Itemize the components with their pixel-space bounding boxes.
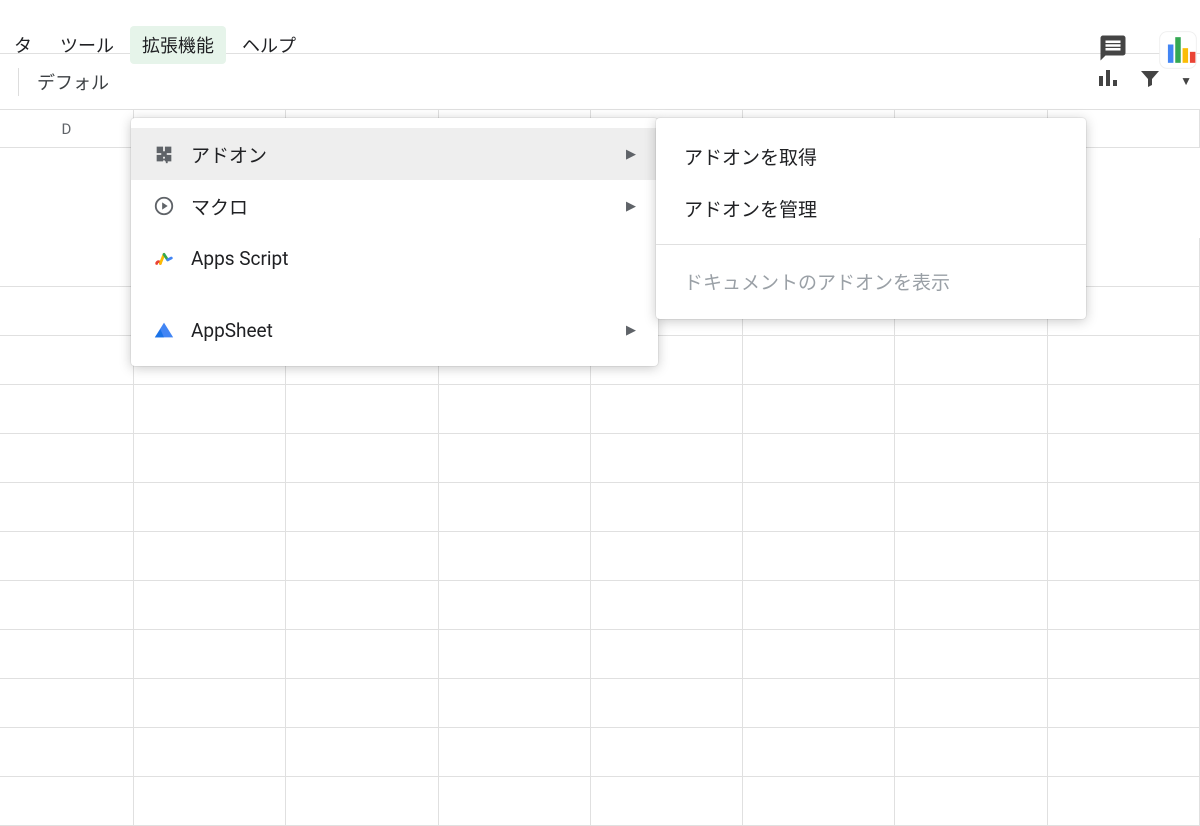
submenu-item-get-addons[interactable]: アドオンを取得	[656, 130, 1086, 182]
addons-submenu: アドオンを取得 アドオンを管理 ドキュメントのアドオンを表示	[656, 118, 1086, 319]
submenu-label: ドキュメントのアドオンを表示	[684, 268, 950, 295]
toolbar-divider	[18, 68, 19, 96]
menubar: タ ツール 拡張機能 ヘルプ	[0, 0, 1200, 54]
toolbar-right: ▼	[1096, 66, 1192, 95]
submenu-label: アドオンを管理	[684, 195, 817, 222]
col-header-d[interactable]: D	[0, 110, 134, 147]
submenu-label: アドオンを取得	[684, 143, 817, 170]
appsheet-icon	[149, 319, 179, 341]
submenu-separator	[656, 244, 1086, 245]
submenu-item-show-doc-addons: ドキュメントのアドオンを表示	[656, 255, 1086, 307]
chart-icon[interactable]	[1096, 66, 1120, 95]
extensions-dropdown: アドオン ▶ マクロ ▶ Apps Script	[131, 118, 658, 366]
dropdown-item-appsheet[interactable]: AppSheet ▶	[131, 304, 658, 356]
dropdown-label: アドオン	[191, 141, 267, 168]
puzzle-add-icon	[149, 143, 179, 165]
apps-script-icon	[149, 247, 179, 269]
submenu-arrow-icon: ▶	[626, 199, 636, 214]
dropdown-label: AppSheet	[191, 319, 273, 342]
dropdown-item-apps-script[interactable]: Apps Script	[131, 232, 658, 284]
dropdown-item-addons[interactable]: アドオン ▶	[131, 128, 658, 180]
filter-icon[interactable]	[1138, 66, 1162, 95]
dropdown-label: マクロ	[191, 193, 248, 220]
submenu-arrow-icon: ▶	[626, 323, 636, 338]
submenu-arrow-icon: ▶	[626, 147, 636, 162]
toolbar: デフォル ▼	[0, 54, 1200, 110]
play-circle-icon	[149, 195, 179, 217]
chevron-down-icon[interactable]: ▼	[1180, 74, 1192, 88]
font-family-label[interactable]: デフォル	[37, 69, 109, 95]
dropdown-label: Apps Script	[191, 247, 288, 270]
dropdown-item-macro[interactable]: マクロ ▶	[131, 180, 658, 232]
submenu-item-manage-addons[interactable]: アドオンを管理	[656, 182, 1086, 234]
